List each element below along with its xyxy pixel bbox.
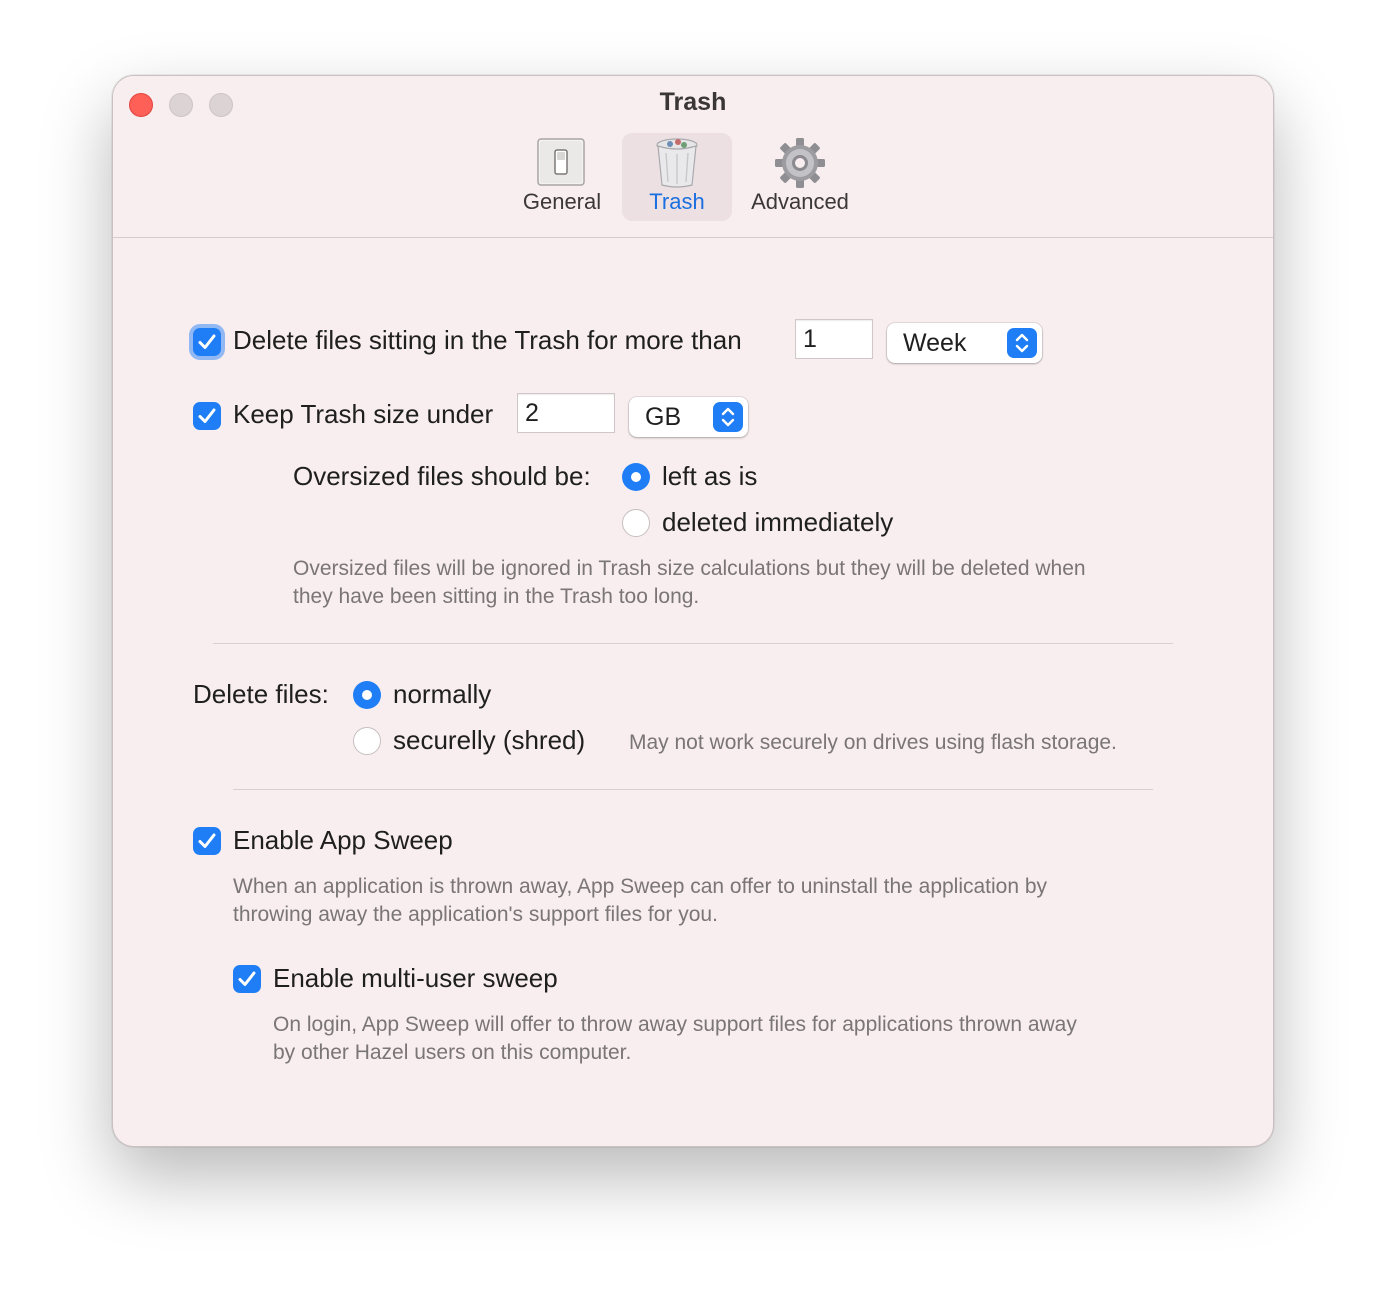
delete-after-unit-popup[interactable]: Week xyxy=(887,323,1042,363)
tab-advanced[interactable]: Advanced xyxy=(742,133,858,221)
chevron-up-down-icon xyxy=(713,402,743,432)
section-divider xyxy=(213,643,1173,644)
gear-icon xyxy=(773,137,827,194)
enable-multi-user-sweep-label: Enable multi-user sweep xyxy=(273,963,558,993)
trash-size-amount-field[interactable]: 2 xyxy=(517,393,615,433)
app-sweep-note-line2: throwing away the application's support … xyxy=(233,903,718,926)
oversized-files-note-line2: they have been sitting in the Trash too … xyxy=(293,585,700,608)
delete-securely-label: securelly (shred) xyxy=(393,725,586,755)
multi-user-sweep-note-line2: by other Hazel users on this computer. xyxy=(273,1041,632,1064)
delete-normally-radio[interactable] xyxy=(353,681,381,709)
window-title: Trash xyxy=(659,88,727,116)
section-divider xyxy=(233,789,1153,790)
preferences-window: Trash General Trash Advanced Delete file… xyxy=(112,75,1274,1147)
multi-user-sweep-note-line1: On login, App Sweep will offer to throw … xyxy=(273,1013,1077,1036)
oversized-files-note: Oversized files will be ignored in Trash… xyxy=(293,555,1233,611)
chevron-up-down-icon xyxy=(1007,328,1037,358)
secure-delete-note: May not work securely on drives using fl… xyxy=(629,731,1117,754)
delete-after-unit-value: Week xyxy=(903,329,967,357)
trash-can-icon xyxy=(654,137,700,194)
trash-size-unit-popup[interactable]: GB xyxy=(629,397,748,437)
keep-trash-size-checkbox[interactable] xyxy=(193,402,221,430)
oversized-left-as-is-label: left as is xyxy=(662,461,758,491)
oversized-delete-immediately-label: deleted immediately xyxy=(662,507,894,537)
enable-multi-user-sweep-checkbox[interactable] xyxy=(233,965,261,993)
enable-app-sweep-label: Enable App Sweep xyxy=(233,825,453,855)
tab-advanced-label: Advanced xyxy=(751,189,849,214)
tab-trash[interactable]: Trash xyxy=(622,133,732,221)
app-sweep-note: When an application is thrown away, App … xyxy=(233,873,1193,929)
oversized-files-label: Oversized files should be: xyxy=(293,461,591,491)
trash-size-unit-value: GB xyxy=(645,403,682,431)
tab-general[interactable]: General xyxy=(506,133,618,221)
oversized-delete-immediately-radio[interactable] xyxy=(622,509,650,537)
multi-user-sweep-note: On login, App Sweep will offer to throw … xyxy=(273,1011,1233,1067)
delete-old-files-checkbox[interactable] xyxy=(193,328,221,356)
app-sweep-note-line1: When an application is thrown away, App … xyxy=(233,875,1048,898)
oversized-left-as-is-radio[interactable] xyxy=(622,463,650,491)
light-switch-icon xyxy=(537,137,587,192)
delete-files-mode-label: Delete files: xyxy=(193,679,329,709)
tab-general-label: General xyxy=(522,189,602,214)
title-bar: Trash General Trash Advanced xyxy=(113,76,1273,238)
tab-trash-label: Trash xyxy=(649,189,705,214)
delete-old-files-label: Delete files sitting in the Trash for mo… xyxy=(233,325,742,355)
keep-trash-size-label: Keep Trash size under xyxy=(233,399,494,429)
delete-securely-radio[interactable] xyxy=(353,727,381,755)
delete-normally-label: normally xyxy=(393,679,492,709)
enable-app-sweep-checkbox[interactable] xyxy=(193,827,221,855)
oversized-files-note-line1: Oversized files will be ignored in Trash… xyxy=(293,557,1086,580)
delete-after-amount-field[interactable]: 1 xyxy=(795,319,873,359)
